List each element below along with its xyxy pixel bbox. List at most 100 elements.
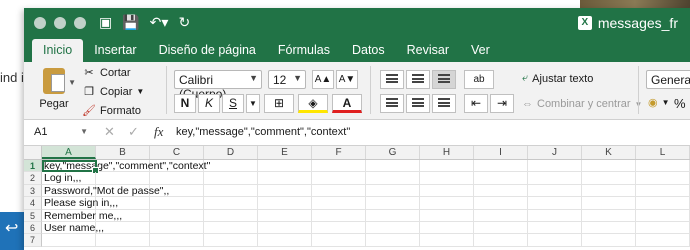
paint-bucket-icon: ◈ [308,96,318,110]
underline-button[interactable]: S [222,94,244,113]
table-row: 2 Log in,,, [24,172,690,185]
number-format-select[interactable]: General [646,70,690,89]
column-header-a[interactable]: A [42,146,96,159]
percent-label: % [674,96,686,111]
borders-button[interactable]: ⊞ [264,94,294,113]
window-controls [34,17,86,29]
cell-a6[interactable]: User name,,, [44,222,104,234]
bold-button[interactable]: N [174,94,196,113]
cell-a4[interactable]: Please sign in,,, [44,197,118,209]
orientation-button[interactable]: ab [464,70,494,89]
minimize-window-button[interactable] [54,17,66,29]
row-header[interactable]: 4 [24,197,42,210]
increase-indent-button[interactable]: ⇥ [490,94,514,113]
column-header-c[interactable]: C [150,146,204,159]
align-left-button[interactable] [380,94,404,113]
align-middle-button[interactable] [406,70,430,89]
row-cells[interactable]: Password,"Mot de passe",, [42,184,690,198]
chevron-down-icon[interactable]: ▼ [68,78,76,87]
wrap-text-button[interactable]: ⤶ Ajustar texto [522,72,593,85]
font-size-select[interactable]: 12 ▼ [268,70,306,89]
number-format-value: General [651,73,690,87]
tab-ver[interactable]: Ver [460,39,501,62]
column-headers: A B C D E F G H I J K L [24,146,690,160]
column-header-h[interactable]: H [420,146,474,159]
cell-a3[interactable]: Password,"Mot de passe",, [44,185,169,197]
column-header-f[interactable]: F [312,146,366,159]
row-header[interactable]: 7 [24,234,42,247]
sidebar-toggle-icon[interactable]: ▣ [99,14,112,31]
chevron-down-icon: ▼ [661,98,670,107]
chevron-down-icon: ▼ [136,87,145,96]
outdent-icon: ⇤ [470,96,482,110]
table-row: 1 key,"message","comment","context" [24,160,690,175]
cell-a2[interactable]: Log in,,, [44,172,81,184]
underline-dropdown[interactable]: ▼ [246,94,260,113]
row-header[interactable]: 3 [24,184,42,198]
column-header-i[interactable]: I [474,146,528,159]
row-header[interactable]: 5 [24,209,42,222]
font-name-select[interactable]: Calibri (Cuerpo)▼ [174,70,262,101]
align-left-icon [386,98,398,107]
borders-icon: ⊞ [273,96,285,110]
copy-button[interactable]: ❐ Copiar ▼ [82,83,144,100]
table-row: 3 Password,"Mot de passe",, [24,184,690,198]
align-top-button[interactable] [380,70,404,89]
name-box-value: A1 [34,126,48,138]
format-painter-button[interactable]: 🖌 Formato [82,102,144,119]
column-header-l[interactable]: L [636,146,690,159]
row-cells[interactable]: Please sign in,,, [42,197,690,210]
cell-a5[interactable]: Remember me,,, [44,210,122,222]
spreadsheet-grid: A B C D E F G H I J K L 1 key,"message",… [24,146,690,247]
fx-icon[interactable]: fx [154,124,163,140]
row-header[interactable]: 1 [24,160,42,173]
formula-input[interactable]: key,"message","comment","context" [176,126,350,138]
accounting-format-button[interactable]: ◉ ▼ [648,96,670,109]
separator [370,66,371,114]
column-header-b[interactable]: B [96,146,150,159]
undo-icon[interactable]: ↶▾ [150,14,169,31]
zoom-window-button[interactable] [74,17,86,29]
column-header-g[interactable]: G [366,146,420,159]
active-cell-selection[interactable] [42,160,99,175]
row-header[interactable]: 6 [24,221,42,235]
tab-inicio[interactable]: Inicio [32,39,84,62]
tab-revisar[interactable]: Revisar [396,39,460,62]
align-center-button[interactable] [406,94,430,113]
cut-button[interactable]: ✂ Cortar [82,64,144,81]
name-box[interactable]: A1 ▼ [30,124,90,142]
close-window-button[interactable] [34,17,46,29]
row-cells[interactable]: User name,,, [42,221,690,235]
percent-button[interactable]: % [674,96,686,111]
row-cells[interactable]: Log in,,, [42,172,690,185]
tab-formulas[interactable]: Fórmulas [267,39,341,62]
italic-button[interactable]: K [198,94,220,113]
decrease-indent-button[interactable]: ⇤ [464,94,488,113]
save-icon[interactable]: 💾 [122,14,139,31]
redo-icon[interactable]: ↻ [178,14,190,31]
grow-font-button[interactable]: A▲ [312,70,334,89]
column-header-j[interactable]: J [528,146,582,159]
fill-color-button[interactable]: ◈ [298,94,328,113]
confirm-icon[interactable]: ✓ [128,124,139,140]
row-cells[interactable]: Remember me,,, [42,209,690,222]
merge-center-button[interactable]: ⇔Combinar y centrar▼ [522,98,642,110]
select-all-corner[interactable] [24,146,42,159]
tab-insertar[interactable]: Insertar [83,39,147,62]
tab-diseno-de-pagina[interactable]: Diseño de página [148,39,267,62]
column-header-e[interactable]: E [258,146,312,159]
column-header-d[interactable]: D [204,146,258,159]
align-right-button[interactable] [432,94,456,113]
align-bottom-button[interactable] [432,70,456,89]
shrink-font-button[interactable]: A▼ [336,70,358,89]
tab-datos[interactable]: Datos [341,39,396,62]
background-button[interactable]: ↩ [0,212,24,250]
paste-button[interactable]: Pegar ▼ [32,68,76,110]
row-cells[interactable] [42,234,690,247]
cancel-icon[interactable]: ✕ [104,124,115,140]
row-header[interactable]: 2 [24,172,42,185]
column-header-k[interactable]: K [582,146,636,159]
font-color-button[interactable]: A [332,94,362,113]
row-cells[interactable]: key,"message","comment","context" [42,160,690,173]
font-color-icon: A [342,96,352,110]
